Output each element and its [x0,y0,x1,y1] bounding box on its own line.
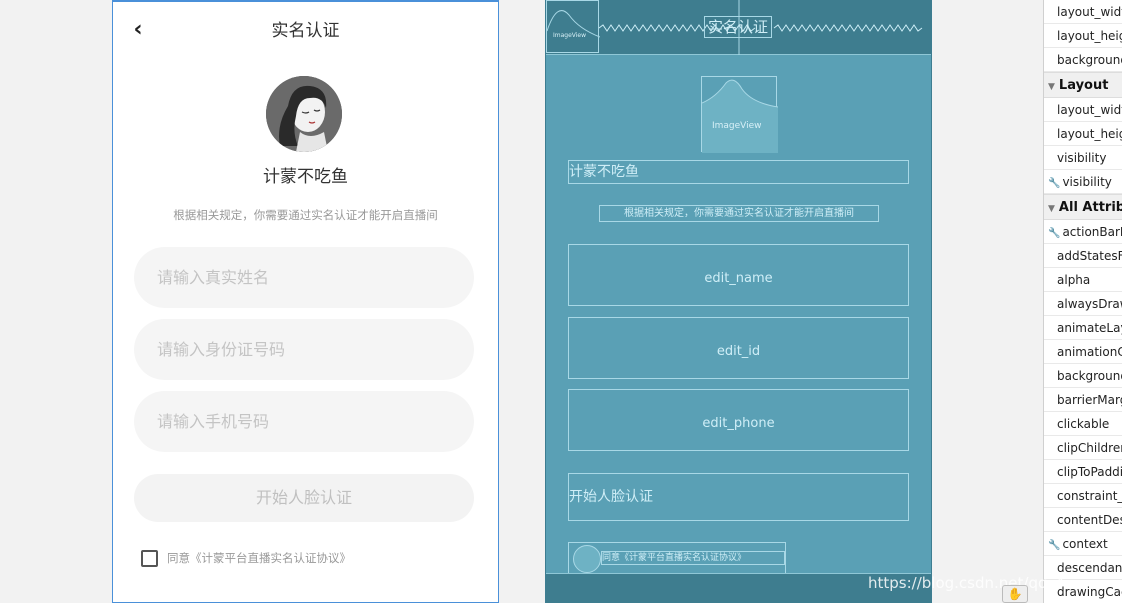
attribute-row[interactable]: addStatesFromChildren [1044,244,1122,268]
attribute-name: layout_width [1057,103,1122,117]
agreement-label[interactable]: 同意《计蒙平台直播实名认证协议》 [167,550,351,566]
blueprint-start-button[interactable]: 开始人脸认证 [568,473,909,521]
attribute-row[interactable]: layout_height [1044,24,1122,48]
attribute-name: contentDescription [1057,513,1122,527]
attribute-row[interactable]: background [1044,48,1122,72]
attribute-name: layout_height [1057,127,1122,141]
attribute-row[interactable]: clickable [1044,412,1122,436]
attribute-row[interactable]: 🔧 context [1044,532,1122,556]
attribute-row[interactable]: alpha [1044,268,1122,292]
attribute-row[interactable]: contentDescription [1044,508,1122,532]
attribute-row[interactable]: animateLayoutChanges [1044,316,1122,340]
attribute-row[interactable]: animationCache [1044,340,1122,364]
attributes-panel[interactable]: layout_width layout_height background ▼Lay… [1043,0,1122,603]
attribute-name: barrierMargin [1057,393,1122,407]
attribute-name: background [1057,369,1122,383]
start-face-auth-button[interactable]: 开始人脸认证 [134,474,474,522]
wrench-icon: 🔧 [1048,178,1061,189]
blueprint-title[interactable]: 实名认证 [704,16,772,38]
pan-hand-icon[interactable]: ✋ [1002,585,1028,603]
agreement-checkbox[interactable] [141,549,158,567]
attribute-name: background [1057,53,1122,67]
attribute-name: layout_width [1057,5,1122,19]
agreement-row[interactable]: 同意《计蒙平台直播实名认证协议》 [141,548,351,568]
attribute-name: actionBarNavMode [1062,225,1122,239]
attribute-name: constraint_referenced_ids [1057,489,1122,503]
blueprint-edit-name[interactable]: edit_name [568,244,909,306]
attribute-row[interactable]: barrierMargin [1044,388,1122,412]
attribute-row[interactable]: alwaysDrawnWithCache [1044,292,1122,316]
attribute-row[interactable]: layout_width [1044,98,1122,122]
blueprint-avatar-imageview[interactable]: ImageView [701,76,778,153]
id-input[interactable]: 请输入身份证号码 [134,319,474,380]
attribute-row[interactable]: clipChildren [1044,436,1122,460]
attribute-name: layout_height [1057,29,1122,43]
blueprint-agreement-label: 同意《计蒙平台直播实名认证协议》 [601,551,785,565]
attribute-row[interactable]: visibility [1044,146,1122,170]
attribute-row[interactable]: clipToPadding [1044,460,1122,484]
collapse-triangle-icon[interactable]: ▼ [1048,204,1055,214]
layout-section-header[interactable]: ▼ Layout [1044,72,1122,98]
checkbox-circle-icon [573,545,601,573]
attribute-name: alpha [1057,273,1091,287]
attribute-name: animateLayoutChanges [1057,321,1122,335]
blueprint-toolbar: ImageView 实名认证 [546,0,931,55]
attribute-row[interactable]: constraint_referenced_ids [1044,484,1122,508]
attribute-name: context [1062,537,1108,551]
blueprint-nickname[interactable]: 计蒙不吃鱼 [568,160,909,184]
attribute-row[interactable]: 🔧actionBarNavMode [1044,220,1122,244]
attribute-row[interactable]: 🔧 visibility [1044,170,1122,194]
attribute-name: alwaysDrawnWithCache [1057,297,1122,311]
blueprint-tip[interactable]: 根据相关规定，你需要通过实名认证才能开启直播间 [599,205,879,222]
tip-text: 根据相关规定，你需要通过实名认证才能开启直播间 [173,208,438,222]
nickname: 计蒙不吃鱼 [263,167,348,187]
blueprint-edit-id[interactable]: edit_id [568,317,909,379]
blueprint-edit-phone[interactable]: edit_phone [568,389,909,451]
name-input[interactable]: 请输入真实姓名 [134,247,474,308]
attribute-row[interactable]: background [1044,364,1122,388]
wrench-icon: 🔧 [1048,228,1061,239]
blueprint-preview[interactable]: ImageView 实名认证 ImageView 计蒙不吃鱼 根据相关规定，你需… [545,0,932,603]
wrench-icon: 🔧 [1048,540,1061,551]
attribute-row[interactable]: layout_height [1044,122,1122,146]
blueprint-agreement[interactable]: 同意《计蒙平台直播实名认证协议》 [568,542,786,574]
attribute-row[interactable]: layout_width [1044,0,1122,24]
attribute-name: addStatesFromChildren [1057,249,1122,263]
avatar [266,76,342,152]
attribute-name: visibility [1062,175,1112,189]
watermark: https://blog.csdn.net/qq_4... [868,574,1079,592]
attribute-name: clipChildren [1057,441,1122,455]
attribute-name: descendantFocusability [1057,561,1122,575]
attribute-name: clickable [1057,417,1110,431]
attribute-name: animationCache [1057,345,1122,359]
phone-input[interactable]: 请输入手机号码 [134,391,474,452]
page-title: 实名认证 [271,21,340,41]
collapse-triangle-icon[interactable]: ▼ [1048,82,1055,92]
toolbar: ‹ 实名认证 [113,2,498,58]
attribute-name: visibility [1057,151,1107,165]
imageview-label: ImageView [712,121,762,131]
all-attributes-section-header[interactable]: ▼All Attributes [1044,194,1122,220]
attribute-name: clipToPadding [1057,465,1122,479]
design-preview[interactable]: ‹ 实名认证 计蒙不吃鱼 根据相关规定，你需要通过实名认证才能开启直播间 请输入… [112,0,499,603]
